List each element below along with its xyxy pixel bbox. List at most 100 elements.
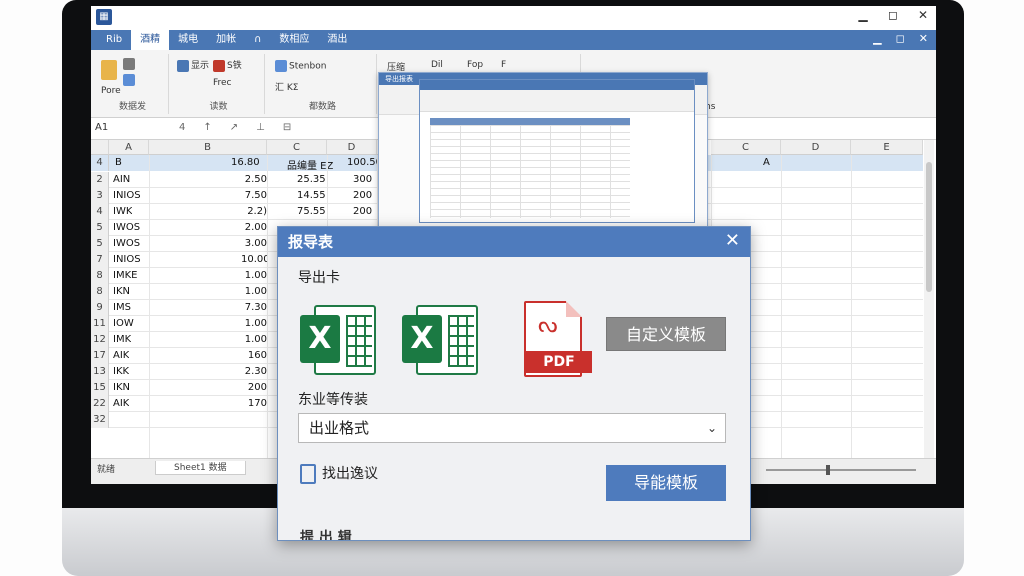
col-header-a[interactable]: A — [109, 140, 149, 155]
row-header[interactable]: 15 — [91, 380, 109, 396]
row-header[interactable]: 3 — [91, 188, 109, 204]
table-cell-name[interactable]: IKN — [113, 382, 130, 393]
table-cell-value[interactable]: 7.50 — [241, 190, 267, 201]
table-cell-name[interactable]: IWOS — [113, 222, 140, 233]
table-cell-value[interactable]: 3.00 — [241, 238, 267, 249]
diagonal-arrow-icon[interactable]: ↗ — [230, 122, 238, 133]
tab-formulas[interactable]: ∩ — [245, 30, 270, 50]
zoom-slider[interactable] — [766, 465, 916, 475]
tab-data[interactable]: 数相应 — [270, 30, 318, 50]
dil-button[interactable]: Dil — [431, 60, 443, 70]
tab-layout[interactable]: 加帐 — [207, 30, 245, 50]
table-cell-value[interactable]: 2.30 — [241, 366, 267, 377]
col-header-e2[interactable]: E — [851, 140, 923, 155]
ribbon-minimize-icon[interactable]: ▁ — [873, 32, 881, 45]
format-select[interactable]: 出业格式 ⌄ — [298, 413, 726, 443]
table-cell-name[interactable]: IWOS — [113, 238, 140, 249]
excel-xls-icon[interactable]: X — [402, 301, 482, 385]
row-header[interactable]: 13 — [91, 364, 109, 380]
tab-file[interactable]: Rib — [97, 30, 131, 50]
table-cell-value[interactable]: 160 — [241, 350, 267, 361]
cut-button[interactable] — [123, 58, 137, 70]
tab-export[interactable]: 酒出 — [318, 30, 356, 50]
row-header[interactable]: 11 — [91, 316, 109, 332]
table-cell-value[interactable]: 10.00 — [241, 254, 267, 265]
row-header[interactable]: 22 — [91, 396, 109, 412]
table-cell-name[interactable]: IWK — [113, 206, 132, 217]
up-arrow-icon[interactable]: ↑ — [203, 122, 211, 133]
formula-input[interactable]: ⊟ — [283, 122, 291, 133]
scroll-thumb[interactable] — [926, 162, 932, 292]
table-cell-name[interactable]: AIK — [113, 398, 129, 409]
table-cell-value[interactable]: 1.00 — [241, 334, 267, 345]
table-cell-value[interactable]: 2.00 — [241, 222, 267, 233]
row-header[interactable]: 12 — [91, 332, 109, 348]
table-cell-name[interactable]: AIK — [113, 350, 129, 361]
table-cell-name[interactable]: IKN — [113, 286, 130, 297]
table-cell-name[interactable]: IMS — [113, 302, 131, 313]
table-cell-price[interactable]: 25.35 — [297, 174, 326, 185]
copy-button[interactable] — [123, 74, 137, 86]
table-cell-name[interactable]: IKK — [113, 366, 129, 377]
row-header[interactable]: 32 — [91, 412, 109, 428]
table-cell-name[interactable]: INIOS — [113, 254, 141, 265]
row-header[interactable]: 8 — [91, 284, 109, 300]
f-button[interactable]: F — [501, 60, 506, 70]
row-header[interactable]: 5 — [91, 236, 109, 252]
col-header-c2[interactable]: C — [711, 140, 781, 155]
number-format-button[interactable]: Stenbon — [275, 60, 326, 72]
col-header-b[interactable]: B — [149, 140, 267, 155]
sheet-tab[interactable]: Sheet1 数据 — [155, 461, 246, 475]
iron-button[interactable]: S铁 — [213, 58, 242, 72]
table-cell-value[interactable]: 2.2) — [241, 206, 267, 217]
frec-button[interactable]: Frec — [213, 78, 232, 88]
corner-cell[interactable] — [91, 140, 109, 155]
table-cell-name[interactable]: AIN — [113, 174, 130, 185]
tab-home[interactable]: 酒精 — [131, 30, 170, 50]
table-cell-price[interactable]: 14.55 — [297, 190, 326, 201]
table-cell-qty[interactable]: 300 — [353, 174, 372, 185]
header-cell-b[interactable]: B — [115, 157, 122, 168]
excel-xlsx-icon[interactable]: X — [300, 301, 380, 385]
row-header[interactable]: 4 — [91, 204, 109, 220]
formula-item-0[interactable]: 4 — [179, 122, 185, 133]
paste-button[interactable] — [101, 60, 119, 80]
row-header[interactable]: 9 — [91, 300, 109, 316]
fop-button[interactable]: Fop — [467, 60, 483, 70]
table-cell-price[interactable]: 75.55 — [297, 206, 326, 217]
row-header[interactable]: 7 — [91, 252, 109, 268]
maximize-icon[interactable]: ◻ — [886, 8, 900, 22]
function-icon[interactable]: ⊥ — [256, 122, 265, 133]
find-suggestion-link[interactable]: 找出逸议 — [300, 463, 378, 484]
table-cell-value[interactable]: 1.00 — [241, 318, 267, 329]
thumbnail-window[interactable]: 导出报表 — [378, 72, 708, 232]
close-icon[interactable]: ✕ — [916, 8, 930, 22]
table-cell-name[interactable]: IMK — [113, 334, 131, 345]
table-cell-name[interactable]: INIOS — [113, 190, 141, 201]
col-header-d[interactable]: D — [327, 140, 377, 155]
table-cell-value[interactable]: 2.50 — [241, 174, 267, 185]
vertical-scrollbar[interactable] — [924, 140, 934, 458]
pdf-icon[interactable]: ᔓ PDF — [514, 301, 594, 385]
table-cell-name[interactable]: IOW — [113, 318, 134, 329]
row-header[interactable]: 8 — [91, 268, 109, 284]
table-cell-value[interactable]: 200 — [241, 382, 267, 393]
name-box[interactable]: A1 — [95, 122, 155, 133]
ribbon-close-icon[interactable]: ✕ — [919, 32, 928, 45]
table-cell-qty[interactable]: 200 — [353, 190, 372, 201]
table-cell-qty[interactable]: 200 — [353, 206, 372, 217]
table-cell-value[interactable]: 170 — [241, 398, 267, 409]
excel-app-icon[interactable]: ▦ — [96, 9, 112, 25]
col-header-c[interactable]: C — [267, 140, 327, 155]
table-cell-value[interactable]: 1.00 — [241, 270, 267, 281]
row-header[interactable]: 17 — [91, 348, 109, 364]
row-header[interactable]: 4 — [91, 155, 109, 171]
header-cell-f[interactable]: A — [763, 157, 770, 168]
table-cell-value[interactable]: 1.00 — [241, 286, 267, 297]
custom-template-button[interactable]: 自定义模板 — [606, 317, 726, 351]
row-header[interactable]: 5 — [91, 220, 109, 236]
show-button[interactable]: 显示 — [177, 58, 209, 72]
table-cell-name[interactable]: IMKE — [113, 270, 137, 281]
minimize-icon[interactable]: ▁ — [856, 8, 870, 22]
export-template-button[interactable]: 导能模板 — [606, 465, 726, 501]
